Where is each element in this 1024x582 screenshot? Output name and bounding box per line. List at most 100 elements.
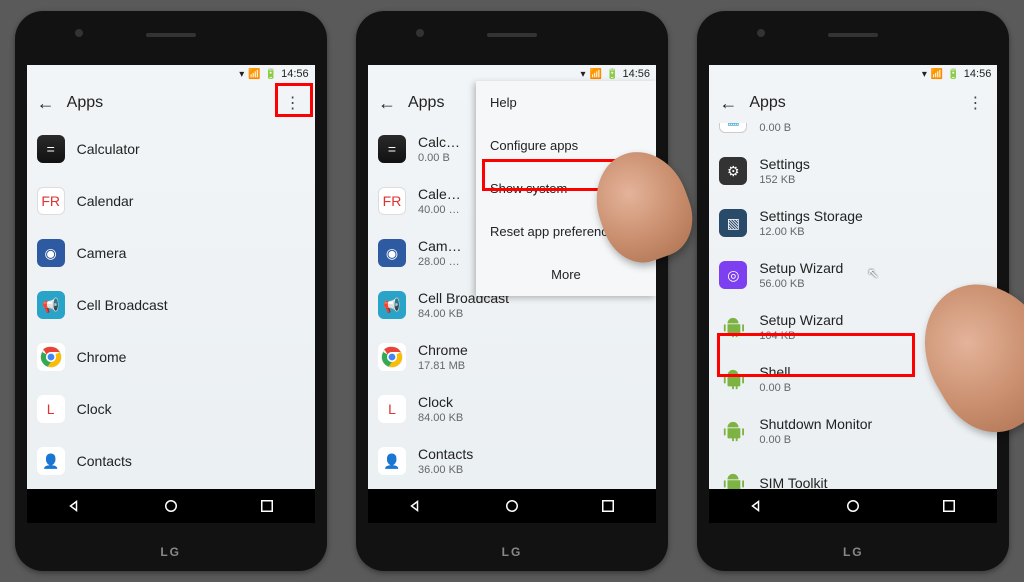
mouse-cursor-icon: ↖ (867, 265, 879, 282)
app-size: 0.00 B (759, 123, 841, 134)
app-icon: = (37, 135, 65, 163)
app-row[interactable]: ◉ Camera (27, 227, 315, 279)
more-button[interactable]: ⋮ (963, 91, 987, 115)
phone-speaker (146, 33, 196, 37)
app-row[interactable]: ▧Settings Storage12.00 KB (709, 197, 997, 249)
app-icon (719, 313, 747, 341)
app-icon (719, 469, 747, 489)
phone-panel-2: ▾ 📶 🔋 14:56 ← Apps =Calc…0.00 BFRCale…40… (341, 0, 682, 582)
signal-icon: 📶 (931, 69, 943, 80)
app-name: Shell (759, 364, 791, 380)
app-icon: 📢 (378, 291, 406, 319)
app-icon: ▦ (719, 123, 747, 133)
app-name: SIM Toolkit (759, 475, 827, 489)
app-icon: ⚙ (719, 157, 747, 185)
page-title: Apps (67, 94, 103, 112)
app-row[interactable]: 📢Cell Broadcast (27, 279, 315, 331)
app-icon (719, 417, 747, 445)
nav-back[interactable] (405, 495, 427, 517)
nav-bar (368, 489, 656, 523)
app-row[interactable]: L Clock 84.00 KB (368, 383, 656, 435)
nav-back[interactable] (64, 495, 86, 517)
app-size: 56.00 KB (759, 278, 843, 290)
back-icon[interactable]: ← (378, 93, 396, 114)
app-name: Calculator (77, 141, 140, 157)
nav-home[interactable] (501, 495, 523, 517)
app-size: 84.00 KB (418, 308, 509, 320)
battery-icon: 🔋 (606, 69, 618, 80)
app-name: Camera (77, 245, 127, 261)
app-size: 104 KB (759, 330, 843, 342)
app-name: Contacts (77, 453, 132, 469)
nav-back[interactable] (746, 495, 768, 517)
app-name: Clock (77, 401, 112, 417)
nav-bar (709, 489, 997, 523)
menu-item-help[interactable]: Help (476, 81, 656, 124)
nav-recent[interactable] (938, 495, 960, 517)
phone-camera (75, 29, 83, 37)
app-row[interactable]: 👤Contacts36.00 KB (368, 435, 656, 487)
app-size: 0.00 B (759, 434, 872, 446)
back-icon[interactable]: ← (37, 93, 55, 114)
phone-screen: ▾ 📶 🔋 14:56 ← Apps ⋮ = Calculator FRCalend… (27, 65, 315, 523)
app-size: 40.00 … (418, 204, 461, 216)
nav-recent[interactable] (597, 495, 619, 517)
app-size: 84.00 KB (418, 412, 463, 424)
phone-frame: ▾ 📶 🔋 14:56 ← Apps ⋮ ▦ServiceMenu0.00 B⚙… (697, 11, 1009, 571)
wifi-icon: ▾ (581, 69, 586, 80)
app-name: Cale… (418, 186, 461, 202)
app-name: Cam… (418, 238, 462, 254)
app-size: 28.00 … (418, 256, 462, 268)
app-row[interactable]: ⚙ Settings 152 KB (709, 145, 997, 197)
apps-list[interactable]: = Calculator FRCalendar ◉ Camera 📢Cell Broadc… (27, 123, 315, 489)
app-row[interactable]: LClock (27, 383, 315, 435)
app-row[interactable]: = Calculator (27, 123, 315, 175)
phone-panel-1: ▾ 📶 🔋 14:56 ← Apps ⋮ = Calculator FRCalend… (0, 0, 341, 582)
phone-screen: ▾ 📶 🔋 14:56 ← Apps =Calc…0.00 BFRCale…40… (368, 65, 656, 523)
app-row[interactable]: FRCalendar (27, 175, 315, 227)
app-size: 0.00 B (418, 152, 460, 164)
app-row[interactable]: ▦ServiceMenu0.00 B (709, 123, 997, 145)
phone-camera (416, 29, 424, 37)
more-button[interactable]: ⋮ (281, 91, 305, 115)
app-row[interactable]: 👤 Contacts (27, 435, 315, 487)
app-row[interactable]: Chrome 17.81 MB (368, 331, 656, 383)
app-name: Calendar (77, 193, 134, 209)
app-row[interactable]: SIM Toolkit (709, 457, 997, 489)
app-size: 12.00 KB (759, 226, 863, 238)
app-bar: ← Apps ⋮ (27, 83, 315, 123)
app-icon: ◉ (378, 239, 406, 267)
wifi-icon: ▾ (922, 69, 927, 80)
phone-speaker (487, 33, 537, 37)
status-time: 14:56 (622, 68, 650, 80)
nav-home[interactable] (160, 495, 182, 517)
app-name: Settings (759, 156, 810, 172)
signal-icon: 📶 (590, 69, 602, 80)
back-icon[interactable]: ← (719, 93, 737, 114)
nav-home[interactable] (842, 495, 864, 517)
status-bar: ▾ 📶 🔋 14:56 (27, 65, 315, 83)
app-icon: = (378, 135, 406, 163)
app-name: Setup Wizard (759, 260, 843, 276)
app-icon: ◎ (719, 261, 747, 289)
app-name: Clock (418, 394, 463, 410)
app-size: 17.81 MB (418, 360, 468, 372)
app-name: Cell Broadcast (77, 297, 168, 313)
app-icon: ◉ (37, 239, 65, 267)
app-name: Setup Wizard (759, 312, 843, 328)
phone-brand: LG (356, 545, 668, 559)
app-icon: L (378, 395, 406, 423)
nav-recent[interactable] (256, 495, 278, 517)
app-row[interactable]: Chrome (27, 331, 315, 383)
app-name: Settings Storage (759, 208, 863, 224)
app-icon: 👤 (378, 447, 406, 475)
battery-icon: 🔋 (265, 69, 277, 80)
app-name: Chrome (418, 342, 468, 358)
app-size: 0.00 B (759, 382, 791, 394)
app-size: 152 KB (759, 174, 810, 186)
phone-frame: ▾ 📶 🔋 14:56 ← Apps ⋮ = Calculator FRCalend… (15, 11, 327, 571)
app-icon: 👤 (37, 447, 65, 475)
status-time: 14:56 (281, 68, 309, 80)
page-title: Apps (408, 94, 444, 112)
phone-speaker (828, 33, 878, 37)
